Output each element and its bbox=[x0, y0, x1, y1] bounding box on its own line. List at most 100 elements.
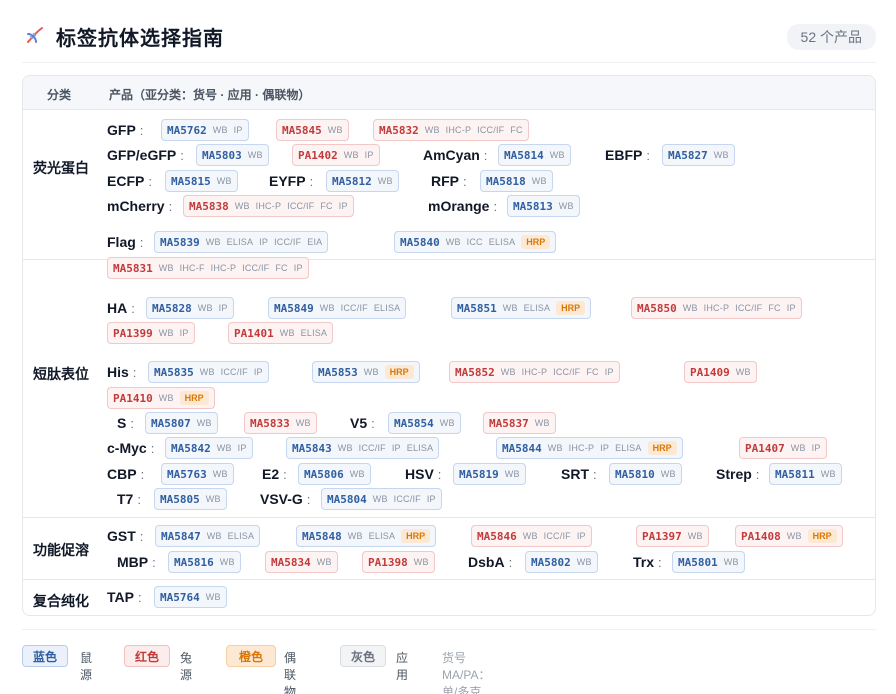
product-tag[interactable]: PA1409 WB bbox=[684, 361, 757, 383]
application-label: WB bbox=[343, 150, 359, 160]
category-row: 功能促溶 GST: MA5847 WB ELISA MA5848 WB ELISA HRP MA5… bbox=[23, 518, 875, 580]
product-tag[interactable]: MA5845 WB bbox=[276, 119, 349, 141]
application-label: IP bbox=[253, 367, 263, 377]
product-tag[interactable]: MA5851 WB ELISA HRP bbox=[451, 297, 592, 319]
legend-blue-label: 鼠源 bbox=[80, 651, 93, 682]
product-tag[interactable]: MA5803 WB bbox=[196, 144, 269, 166]
target-entry: VSV-G: bbox=[260, 488, 318, 510]
target-entry: GST: bbox=[107, 525, 151, 547]
conjugate-badge: HRP bbox=[647, 441, 677, 455]
target-colon: : bbox=[168, 198, 173, 214]
product-tag[interactable]: MA5832 WB IHC-P ICC/IF FC bbox=[373, 119, 529, 141]
product-tag[interactable]: MA5762 WB IP bbox=[161, 119, 249, 141]
product-tag[interactable]: PA1397 WB bbox=[636, 525, 709, 547]
product-tag[interactable]: MA5807 WB bbox=[145, 412, 218, 434]
product-tag[interactable]: MA5816 WB bbox=[168, 551, 241, 573]
product-tag[interactable]: MA5802 WB bbox=[525, 551, 598, 573]
product-tag[interactable]: MA5763 WB bbox=[161, 463, 234, 485]
application-label: FC bbox=[320, 201, 333, 211]
target-name: GST bbox=[107, 528, 136, 544]
target-name: RFP bbox=[431, 173, 459, 189]
product-tag[interactable]: MA5810 WB bbox=[609, 463, 682, 485]
product-tag[interactable]: PA1398 WB bbox=[362, 551, 435, 573]
legend-divider bbox=[22, 629, 876, 630]
target-colon: : bbox=[658, 554, 662, 570]
product-tag[interactable]: MA5814 WB bbox=[498, 144, 571, 166]
target-entry: Flag: bbox=[107, 231, 151, 253]
application-label: IP bbox=[259, 237, 269, 247]
product-tag[interactable]: PA1410 WB HRP bbox=[107, 387, 215, 409]
target-colon: : bbox=[755, 466, 760, 482]
antibody-table: 分类 产品（亚分类：货号 · 应用 · 偶联物） 荧光蛋白 GFP: MA5762 W… bbox=[22, 75, 876, 616]
catalog-number: MA5849 bbox=[274, 301, 314, 315]
product-tag[interactable]: PA1402 WB IP bbox=[292, 144, 380, 166]
legend-red-label: 兔源 bbox=[180, 651, 193, 682]
product-tag[interactable]: MA5806 WB bbox=[298, 463, 371, 485]
product-tag[interactable]: MA5818 WB bbox=[480, 170, 553, 192]
application-label: IP bbox=[391, 443, 401, 453]
target-colon: : bbox=[139, 234, 144, 250]
target-entry: Strep: bbox=[716, 463, 767, 485]
page-title: 标签抗体选择指南 bbox=[56, 28, 224, 50]
target-name: ECFP bbox=[107, 173, 145, 189]
product-tag[interactable]: MA5804 WB ICC/IF IP bbox=[321, 488, 442, 510]
application-label: IP bbox=[426, 494, 436, 504]
product-tag[interactable]: PA1407 WB IP bbox=[739, 437, 827, 459]
target-entry: AmCyan: bbox=[423, 144, 495, 166]
catalog-number: MA5818 bbox=[486, 174, 526, 188]
product-tag[interactable]: MA5837 WB bbox=[483, 412, 556, 434]
product-tag[interactable]: MA5848 WB ELISA HRP bbox=[296, 525, 437, 547]
product-tag[interactable]: MA5839 WB ELISA IP ICC/IF EIA bbox=[154, 231, 329, 253]
application-label: ELISA bbox=[615, 443, 642, 453]
application-label: WB bbox=[547, 443, 563, 453]
product-tag[interactable]: MA5842 WB IP bbox=[165, 437, 253, 459]
target-colon: : bbox=[137, 589, 142, 605]
target-entry: GFP: bbox=[107, 119, 151, 141]
product-tag[interactable]: MA5843 WB ICC/IF IP ELISA bbox=[286, 437, 440, 459]
conjugate-badge: HRP bbox=[384, 365, 414, 379]
product-tag[interactable]: MA5819 WB bbox=[453, 463, 526, 485]
application-label: ICC bbox=[466, 237, 483, 247]
application-label: IHC-P bbox=[445, 125, 472, 135]
product-tag[interactable]: MA5850 WB IHC-P ICC/IF FC IP bbox=[631, 297, 802, 319]
product-tag[interactable]: MA5844 WB IHC-P IP ELISA HRP bbox=[496, 437, 683, 459]
product-tag[interactable]: MA5801 WB bbox=[672, 551, 745, 573]
target-name: CBP bbox=[107, 466, 137, 482]
product-tag[interactable]: MA5833 WB bbox=[244, 412, 317, 434]
product-tag[interactable]: MA5840 WB ICC ELISA HRP bbox=[394, 231, 557, 253]
product-tag[interactable]: MA5854 WB bbox=[388, 412, 461, 434]
application-label: IP bbox=[786, 303, 796, 313]
product-tag[interactable]: MA5838 WB IHC-P ICC/IF FC IP bbox=[183, 195, 354, 217]
product-tag[interactable]: MA5834 WB bbox=[265, 551, 338, 573]
application-label: WB bbox=[205, 494, 221, 504]
product-tag[interactable]: MA5811 WB bbox=[769, 463, 842, 485]
product-tag[interactable]: MA5835 WB ICC/IF IP bbox=[148, 361, 269, 383]
application-label: WB bbox=[212, 469, 228, 479]
target-colon: : bbox=[139, 122, 144, 138]
product-tag[interactable]: MA5813 WB bbox=[507, 195, 580, 217]
product-tag[interactable]: MA5815 WB bbox=[165, 170, 238, 192]
target-name: mCherry bbox=[107, 198, 165, 214]
product-tag[interactable]: MA5827 WB bbox=[662, 144, 735, 166]
product-tag[interactable]: MA5846 WB ICC/IF IP bbox=[471, 525, 592, 547]
product-tag[interactable]: MA5849 WB ICC/IF ELISA bbox=[268, 297, 407, 319]
product-tag[interactable]: PA1408 WB HRP bbox=[735, 525, 843, 547]
product-tag[interactable]: MA5847 WB ELISA bbox=[155, 525, 261, 547]
category-row: 短肽表位 Flag: MA5839 WB ELISA IP ICC/IF EIA MA5840 W… bbox=[23, 231, 875, 518]
category-label: 荧光蛋白 bbox=[33, 160, 89, 176]
product-tag[interactable]: MA5764 WB bbox=[154, 586, 227, 608]
application-label: WB bbox=[216, 443, 232, 453]
product-tag[interactable]: PA1399 WB IP bbox=[107, 322, 195, 344]
conjugate-badge: HRP bbox=[556, 301, 586, 315]
conjugate-badge: HRP bbox=[401, 529, 431, 543]
product-tag[interactable]: MA5852 WB IHC-P ICC/IF FC IP bbox=[449, 361, 620, 383]
catalog-number: MA5805 bbox=[160, 492, 200, 506]
product-count-badge: 52 个产品 bbox=[786, 24, 876, 50]
product-tag[interactable]: MA5831 WB IHC-F IHC-P ICC/IF FC IP bbox=[107, 257, 309, 279]
product-tag[interactable]: MA5812 WB bbox=[326, 170, 399, 192]
product-tag[interactable]: MA5853 WB HRP bbox=[312, 361, 420, 383]
product-tag[interactable]: MA5828 WB IP bbox=[146, 297, 234, 319]
product-tag[interactable]: PA1401 WB ELISA bbox=[228, 322, 334, 344]
product-tag[interactable]: MA5805 WB bbox=[154, 488, 227, 510]
target-name: Trx bbox=[633, 554, 655, 570]
